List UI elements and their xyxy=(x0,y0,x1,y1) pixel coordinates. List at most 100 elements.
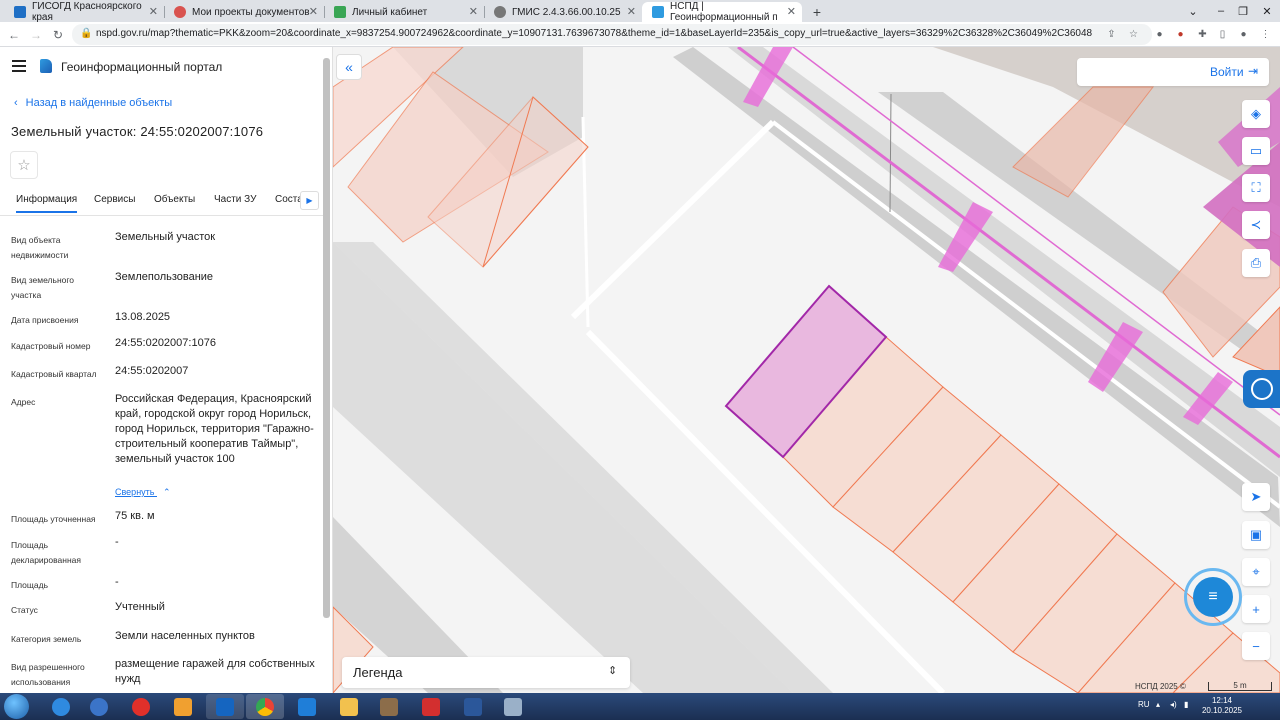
field-value: 75 кв. м xyxy=(115,510,155,522)
login-arrow-icon: ⇥ xyxy=(1248,64,1259,78)
tab-information[interactable]: Информация xyxy=(16,194,78,213)
updown-chevron-icon: ⇕ xyxy=(608,665,618,677)
language-indicator[interactable]: RU xyxy=(1138,700,1150,709)
share-page-icon[interactable]: ⇪ xyxy=(1105,28,1118,41)
field-label: Вид разрешенного использования xyxy=(11,662,85,687)
field-label: Кадастровый номер xyxy=(11,341,91,351)
browser-tab-nspd[interactable]: НСПД | Геоинформационный п ✕ xyxy=(642,1,802,23)
back-link-label: Назад в найденные объекты xyxy=(25,97,173,109)
url-text[interactable]: nspd.gov.ru/map?thematic=PKK&zoom=20&coo… xyxy=(96,28,1096,39)
tab-services[interactable]: Сервисы xyxy=(94,194,135,205)
select-area-icon[interactable]: ⛶ xyxy=(1242,174,1270,202)
field-label: Статус xyxy=(11,605,38,615)
field-value: 24:55:0202007 xyxy=(115,365,189,377)
acrobat-icon[interactable] xyxy=(412,694,450,719)
legend-label: Легенда xyxy=(353,665,403,680)
chrome-icon[interactable] xyxy=(246,694,284,719)
field-value: - xyxy=(115,576,119,588)
outlook-icon[interactable] xyxy=(206,694,244,719)
close-icon[interactable]: ✕ xyxy=(309,5,318,18)
field-label: Площадь декларированная xyxy=(11,540,81,565)
hamburger-menu-icon[interactable] xyxy=(12,60,26,72)
field-value: - xyxy=(115,536,119,548)
back-arrow-icon[interactable]: ← xyxy=(6,27,22,43)
bookmark-star-icon[interactable]: ☆ xyxy=(1127,28,1140,41)
address-bar[interactable]: 🔒 nspd.gov.ru/map?thematic=PKK&zoom=20&c… xyxy=(72,24,1152,45)
my-location-icon[interactable]: ➤ xyxy=(1242,483,1270,511)
side-panel-icon[interactable]: ▯ xyxy=(1216,28,1229,41)
share-icon[interactable]: ≺ xyxy=(1242,211,1270,239)
ruler-icon[interactable]: ▭ xyxy=(1242,137,1270,165)
close-icon[interactable]: ✕ xyxy=(787,5,796,18)
browser-tab-cabinet[interactable]: Личный кабинет ✕ xyxy=(324,2,485,22)
tab-title: Мои проекты документов xyxy=(192,6,310,18)
windows-start-icon[interactable] xyxy=(4,694,29,719)
sidebar-scrollbar[interactable] xyxy=(323,58,330,618)
clock[interactable]: 12:14 20.10.2025 xyxy=(1197,696,1247,716)
close-icon[interactable]: ✕ xyxy=(149,5,158,18)
sidebar-tabs: Информация Сервисы Объекты Части ЗУ Сост… xyxy=(0,186,323,216)
zoom-out-icon[interactable]: − xyxy=(1242,632,1270,660)
tools-icon[interactable] xyxy=(494,694,532,719)
legend-dropdown[interactable]: Легенда ⇕ xyxy=(342,657,630,688)
file-explorer-icon[interactable] xyxy=(330,694,368,719)
lync-icon[interactable] xyxy=(288,694,326,719)
tab-objects[interactable]: Объекты xyxy=(154,194,195,205)
opera-icon[interactable] xyxy=(122,694,160,719)
tab-title: ГМИС 2.4.3.66.00.10.25 xyxy=(512,6,621,18)
thunderbird-icon[interactable] xyxy=(80,694,118,719)
extension-sunglasses-icon[interactable]: ● xyxy=(1153,28,1166,41)
login-button[interactable]: Войти ⇥ xyxy=(1077,58,1269,86)
network-icon[interactable]: ▮ xyxy=(1184,700,1188,709)
assistant-side-tab-icon[interactable] xyxy=(1243,370,1280,408)
browser-toolbar: ← → ↻ 🔒 nspd.gov.ru/map?thematic=PKK&zoo… xyxy=(0,22,1280,47)
field-label: Вид объекта недвижимости xyxy=(11,235,69,260)
favorite-star-icon[interactable]: ☆ xyxy=(10,151,38,179)
media-player-icon[interactable] xyxy=(164,694,202,719)
kebab-menu-icon[interactable]: ⋮ xyxy=(1259,28,1272,41)
profile-avatar-icon[interactable]: ● xyxy=(1237,28,1250,41)
word-icon[interactable] xyxy=(454,694,492,719)
lock-icon[interactable]: 🔒 xyxy=(80,28,92,39)
app-figure-icon[interactable] xyxy=(370,694,408,719)
extension-red-icon[interactable]: ● xyxy=(1174,28,1187,41)
close-icon[interactable]: ✕ xyxy=(469,5,478,18)
browser-tab-gisogd[interactable]: ГИСОГД Красноярского края ✕ xyxy=(4,1,165,23)
browser-tab-docs[interactable]: Мои проекты документов ✕ xyxy=(164,2,325,22)
print-icon[interactable]: ⎙ xyxy=(1242,249,1270,277)
ie-icon[interactable] xyxy=(42,694,80,719)
road-line xyxy=(570,119,776,320)
forward-arrow-icon[interactable]: → xyxy=(28,27,44,43)
collapse-address-link[interactable]: Свернуть ⌃ xyxy=(115,487,171,498)
chevron-left-icon: ‹ xyxy=(14,97,18,109)
close-icon[interactable]: ✕ xyxy=(627,5,636,18)
zoom-in-icon[interactable]: + xyxy=(1242,595,1270,623)
layers-icon[interactable]: ◈ xyxy=(1242,100,1270,128)
tab-title: ГИСОГД Красноярского края xyxy=(32,1,142,23)
tab-composition[interactable]: Соста xyxy=(275,194,303,205)
gisogd-favicon-icon xyxy=(14,6,26,18)
collapse-sidebar-double-chevron-icon[interactable]: « xyxy=(336,54,362,80)
browser-tab-gmis[interactable]: ГМИС 2.4.3.66.00.10.25 ✕ xyxy=(484,2,642,22)
gmis-favicon-icon xyxy=(494,6,506,18)
window-close-icon[interactable]: ✕ xyxy=(1250,0,1280,22)
tab-parts[interactable]: Части ЗУ xyxy=(214,194,256,205)
chevron-up-icon: ⌃ xyxy=(163,487,171,497)
cadastral-map[interactable]: ЩШК xyxy=(333,47,1280,693)
login-label: Войти xyxy=(1210,65,1244,79)
chat-bubble-icon[interactable]: ≡ xyxy=(1193,577,1233,617)
field-value: размещение гаражей для собственных нужд xyxy=(115,658,315,685)
back-to-results-link[interactable]: ‹ Назад в найденные объекты xyxy=(14,97,172,109)
field-value: Учтенный xyxy=(115,601,165,613)
clock-date: 20.10.2025 xyxy=(1201,706,1243,715)
tab-title: НСПД | Геоинформационный п xyxy=(670,1,778,23)
location-search-icon[interactable]: ⌖ xyxy=(1242,558,1270,586)
new-tab-plus-icon[interactable]: + xyxy=(808,3,826,21)
map-copyright: НСПД 2025 © xyxy=(1135,682,1186,691)
tabs-scroll-right-icon[interactable]: ▶ xyxy=(300,191,319,210)
volume-icon[interactable]: ◂) xyxy=(1170,700,1177,709)
minimap-icon[interactable]: ▣ xyxy=(1242,521,1270,549)
extensions-puzzle-icon[interactable]: ✚ xyxy=(1196,28,1209,41)
reload-icon[interactable]: ↻ xyxy=(50,27,66,43)
tray-expand-icon[interactable]: ▴ xyxy=(1156,700,1160,709)
